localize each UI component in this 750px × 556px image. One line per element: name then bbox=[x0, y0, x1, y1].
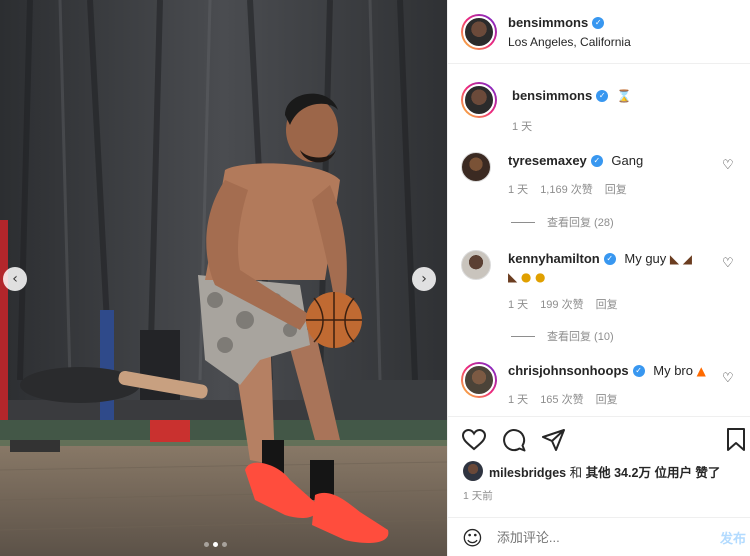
flexed-biceps-emoji-icon: ◣ bbox=[669, 252, 680, 266]
like-button[interactable] bbox=[461, 427, 487, 453]
fearful-face-emoji-icon: ● bbox=[534, 270, 546, 284]
caption-row: bensimmons ✓ ⌛ 1 天 bbox=[461, 82, 732, 134]
comment-text: My guy bbox=[624, 251, 667, 266]
fire-emoji-icon: ▲ bbox=[696, 364, 706, 378]
caption-username[interactable]: bensimmons ✓ bbox=[512, 87, 609, 105]
comment-username-text[interactable]: chrisjohnsonhoops bbox=[508, 362, 629, 380]
post-location[interactable]: Los Angeles, California bbox=[508, 35, 631, 49]
liker-avatar[interactable] bbox=[463, 461, 483, 481]
carousel-dot-active bbox=[213, 542, 218, 547]
verified-badge-icon: ✓ bbox=[592, 16, 605, 29]
view-replies-button[interactable]: 查看回复 (28) bbox=[511, 214, 614, 230]
reply-button[interactable]: 回复 bbox=[596, 391, 618, 407]
post-photo[interactable]: ‹ › bbox=[0, 0, 447, 556]
flexed-biceps-emoji-icon: ◢ bbox=[682, 252, 692, 266]
caption-username-text[interactable]: bensimmons bbox=[512, 87, 592, 105]
post-header: bensimmons ✓ Los Angeles, California bbox=[448, 0, 750, 64]
emoji-picker-icon[interactable]: ☺ bbox=[462, 526, 483, 550]
comment-avatar[interactable] bbox=[461, 152, 491, 182]
heart-icon bbox=[462, 429, 486, 451]
likes-count[interactable]: 34.2万 bbox=[614, 466, 651, 480]
comment-text: Gang bbox=[611, 153, 644, 168]
comment-username[interactable]: tyresemaxey ✓ bbox=[508, 152, 603, 170]
view-replies-label[interactable]: 查看回复 (10) bbox=[547, 328, 614, 344]
bookmark-icon bbox=[727, 428, 745, 451]
comment-like-count[interactable]: 165 次赞 bbox=[540, 391, 583, 407]
share-button[interactable] bbox=[541, 427, 567, 453]
author-username-text[interactable]: bensimmons bbox=[508, 15, 588, 30]
comment-bubble-icon bbox=[503, 429, 526, 452]
fearful-face-emoji-icon: ● bbox=[520, 270, 532, 284]
chevron-left-icon: ‹ bbox=[12, 271, 18, 287]
basketball-player-photo bbox=[0, 0, 447, 556]
comments-list[interactable]: bensimmons ✓ ⌛ 1 天 tyresemaxey ✓ Gang 1 … bbox=[448, 64, 750, 416]
comment-time[interactable]: 1 天 bbox=[508, 391, 528, 407]
post-side-panel: bensimmons ✓ Los Angeles, California ben… bbox=[447, 0, 750, 556]
divider bbox=[511, 221, 535, 223]
comment-time[interactable]: 1 天 bbox=[508, 181, 528, 197]
caption-time[interactable]: 1 天 bbox=[512, 118, 532, 134]
verified-badge-icon: ✓ bbox=[596, 90, 609, 102]
reply-button[interactable]: 回复 bbox=[605, 181, 627, 197]
hourglass-emoji-icon: ⌛ bbox=[616, 89, 632, 103]
comment-username[interactable]: chrisjohnsonhoops ✓ bbox=[508, 362, 645, 380]
verified-badge-icon: ✓ bbox=[632, 365, 645, 377]
comment-row: tyresemaxey ✓ Gang 1 天 1,169 次赞 回复 bbox=[461, 152, 728, 197]
reply-button[interactable]: 回复 bbox=[596, 296, 618, 312]
like-comment-heart-icon[interactable]: ♡ bbox=[722, 371, 734, 386]
add-comment-bar: ☺ 发布 bbox=[448, 517, 750, 556]
paper-plane-icon bbox=[542, 429, 565, 451]
likes-users-liked[interactable]: 位用户 赞了 bbox=[654, 466, 720, 480]
post-actions: milesbridges 和 其他 34.2万 位用户 赞了 1 天前 ☺ 发布 bbox=[448, 416, 750, 556]
comment-username-text[interactable]: tyresemaxey bbox=[508, 152, 587, 170]
comment-avatar[interactable] bbox=[461, 250, 491, 280]
carousel-indicator bbox=[204, 542, 227, 547]
comment-username[interactable]: kennyhamilton ✓ bbox=[508, 250, 616, 268]
post-comment-button[interactable]: 发布 bbox=[720, 528, 746, 547]
comment-like-count[interactable]: 199 次赞 bbox=[540, 296, 583, 312]
author-username[interactable]: bensimmons ✓ bbox=[508, 15, 605, 30]
view-replies-label[interactable]: 查看回复 (28) bbox=[547, 214, 614, 230]
comment-avatar[interactable] bbox=[461, 362, 497, 398]
like-comment-heart-icon[interactable]: ♡ bbox=[722, 158, 734, 173]
previous-slide-button[interactable]: ‹ bbox=[3, 267, 27, 291]
instagram-post: ‹ › bensimmons ✓ Los Angeles, California bbox=[0, 0, 750, 556]
comment-button[interactable] bbox=[501, 427, 527, 453]
comment-row: kennyhamilton ✓ My guy ◣ ◢ ◣ ● ● 1 天 199… bbox=[461, 250, 728, 312]
view-replies-button[interactable]: 查看回复 (10) bbox=[511, 328, 614, 344]
caption-avatar[interactable] bbox=[461, 82, 497, 118]
post-timestamp[interactable]: 1 天前 bbox=[463, 488, 493, 503]
like-comment-heart-icon[interactable]: ♡ bbox=[722, 256, 734, 271]
comment-username-text[interactable]: kennyhamilton bbox=[508, 250, 600, 268]
comment-row: chrisjohnsonhoops ✓ My bro ▲ 1 天 165 次赞 … bbox=[461, 362, 728, 407]
liker-username[interactable]: milesbridges bbox=[489, 466, 566, 480]
save-button[interactable] bbox=[723, 427, 749, 453]
next-slide-button[interactable]: › bbox=[412, 267, 436, 291]
comment-time[interactable]: 1 天 bbox=[508, 296, 528, 312]
verified-badge-icon: ✓ bbox=[590, 155, 603, 167]
verified-badge-icon: ✓ bbox=[603, 253, 616, 265]
chevron-right-icon: › bbox=[421, 271, 427, 287]
carousel-dot bbox=[222, 542, 227, 547]
flexed-biceps-emoji-icon: ◣ bbox=[508, 270, 518, 284]
carousel-dot bbox=[204, 542, 209, 547]
comment-text: My bro bbox=[653, 363, 693, 378]
comment-like-count[interactable]: 1,169 次赞 bbox=[540, 181, 593, 197]
add-comment-input[interactable] bbox=[496, 530, 687, 545]
divider bbox=[511, 335, 535, 337]
likes-others[interactable]: 其他 bbox=[586, 466, 611, 480]
likes-summary: milesbridges 和 其他 34.2万 位用户 赞了 bbox=[463, 461, 720, 481]
author-avatar[interactable] bbox=[461, 13, 497, 50]
likes-text-and: 和 bbox=[569, 465, 583, 480]
